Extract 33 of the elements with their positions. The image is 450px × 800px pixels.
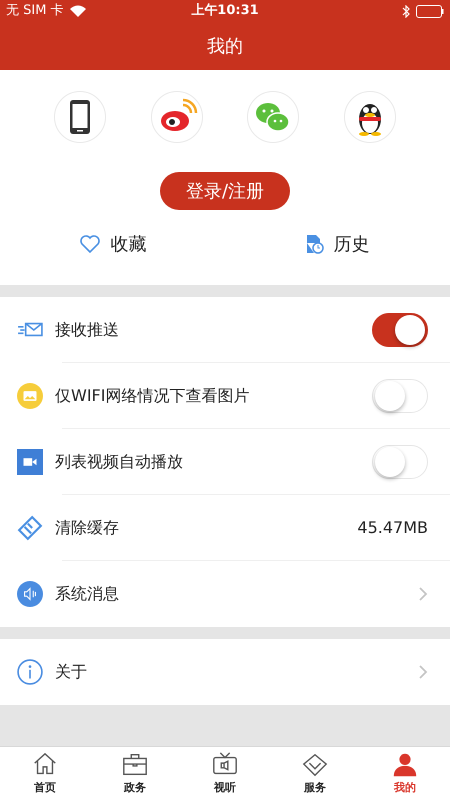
bluetooth-icon xyxy=(402,4,410,18)
login-option-button[interactable] xyxy=(54,91,106,143)
setting-label: 列表视频自动播放 xyxy=(55,451,184,473)
setting-label: 清除缓存 xyxy=(55,517,120,539)
favorites-button[interactable]: 收藏 xyxy=(0,227,225,261)
history-button[interactable]: 历史 xyxy=(225,227,450,261)
tab-bar-item[interactable]: 视听 xyxy=(180,747,270,800)
setting-label: 仅WIFI网络情况下查看图片 xyxy=(55,385,250,407)
carrier-text: 无 SIM 卡 xyxy=(6,2,64,20)
info-icon xyxy=(17,659,43,685)
tab-bar-item[interactable]: 服务 xyxy=(270,747,360,800)
toggle-switch[interactable] xyxy=(372,313,428,347)
broom-icon xyxy=(17,515,43,541)
speaker-icon xyxy=(17,581,43,607)
clock-document-icon xyxy=(306,234,324,254)
clock-text: 上午10:31 xyxy=(191,2,259,20)
wifi-icon xyxy=(70,5,86,17)
tab-bar-item[interactable]: 首页 xyxy=(0,747,90,800)
page-title: 我的 xyxy=(207,34,243,58)
login-register-button[interactable]: 登录/注册 xyxy=(160,172,290,210)
chevron-right-icon xyxy=(418,664,428,680)
battery-icon xyxy=(416,4,444,18)
cache-size: 45.47MB xyxy=(357,517,428,539)
chevron-right-icon xyxy=(418,586,428,602)
setting-label: 关于 xyxy=(55,661,88,683)
setting-label: 系统消息 xyxy=(55,583,120,605)
tab-bar-item[interactable]: 政务 xyxy=(90,747,180,800)
tab-bar-item[interactable]: 我的 xyxy=(360,747,450,800)
heart-icon xyxy=(78,234,100,254)
video-camera-icon xyxy=(17,449,43,475)
login-option-button[interactable] xyxy=(344,91,396,143)
image-icon xyxy=(17,383,43,409)
setting-label: 接收推送 xyxy=(55,319,120,341)
